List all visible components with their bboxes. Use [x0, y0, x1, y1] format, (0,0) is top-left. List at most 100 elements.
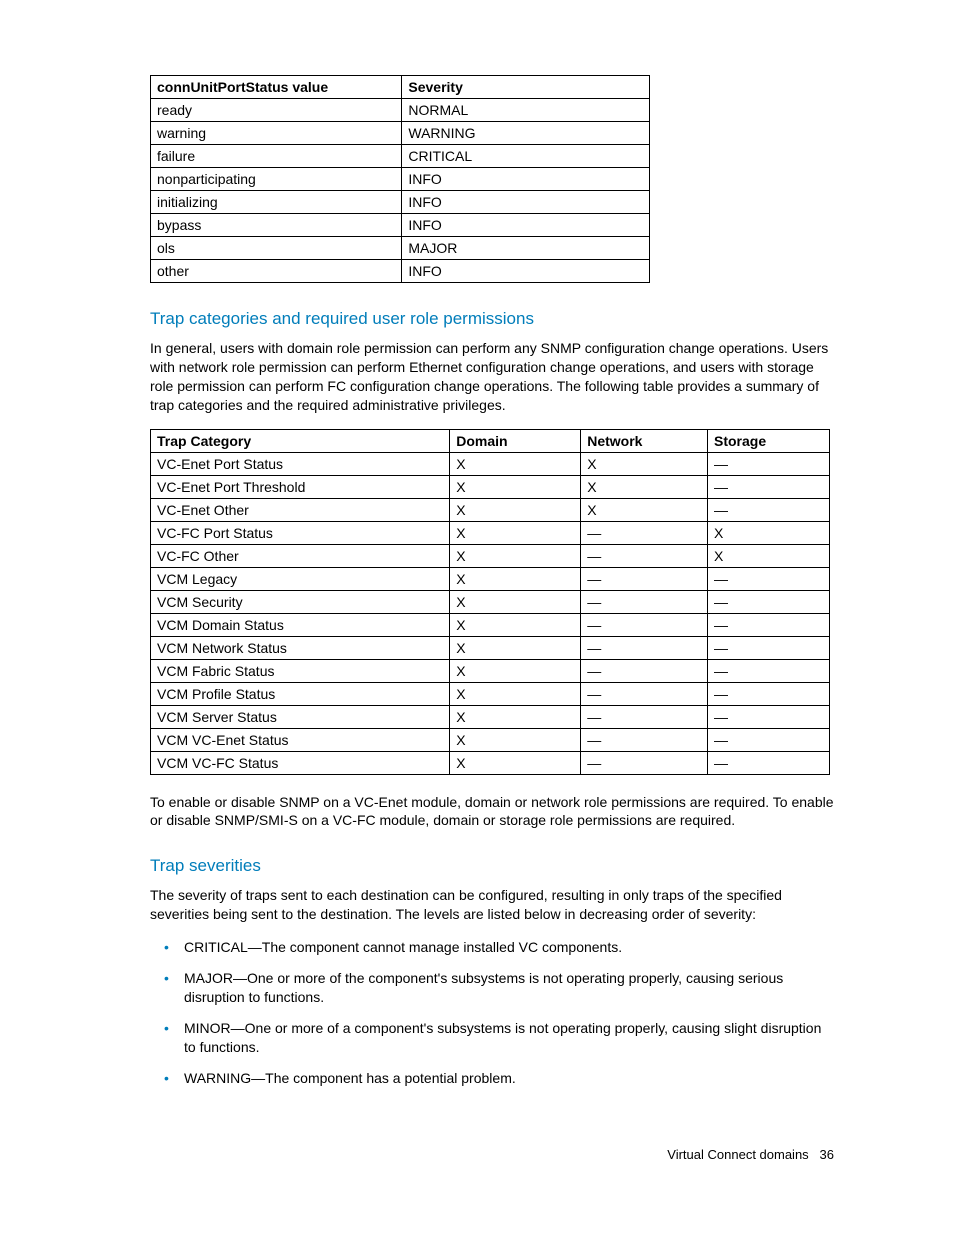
table-cell: — — [581, 751, 708, 774]
table-row: readyNORMAL — [151, 99, 650, 122]
table-cell: ols — [151, 237, 402, 260]
trap-category-table: Trap Category Domain Network Storage VC-… — [150, 429, 830, 775]
table-cell: — — [581, 705, 708, 728]
table-cell: X — [450, 751, 581, 774]
table-cell: warning — [151, 122, 402, 145]
table-row: VCM Server StatusX—— — [151, 705, 830, 728]
table-cell: — — [708, 751, 830, 774]
table-cell: failure — [151, 145, 402, 168]
table-header-row: Trap Category Domain Network Storage — [151, 429, 830, 452]
table-cell: X — [450, 475, 581, 498]
table-cell: — — [708, 590, 830, 613]
section-heading-trap-severities: Trap severities — [150, 856, 834, 876]
table-cell: INFO — [402, 260, 650, 283]
table-cell: bypass — [151, 214, 402, 237]
table-cell: X — [581, 475, 708, 498]
table-cell: INFO — [402, 168, 650, 191]
paragraph: In general, users with domain role permi… — [150, 339, 834, 415]
table-cell: — — [708, 498, 830, 521]
table-cell: VCM Profile Status — [151, 682, 450, 705]
table-cell: — — [581, 613, 708, 636]
table-row: VCM Network StatusX—— — [151, 636, 830, 659]
table-cell: — — [581, 636, 708, 659]
table-row: initializingINFO — [151, 191, 650, 214]
list-item: CRITICAL—The component cannot manage ins… — [150, 938, 834, 957]
table-row: VC-Enet Port ThresholdXX— — [151, 475, 830, 498]
table-cell: — — [708, 705, 830, 728]
table-row: VCM Profile StatusX—— — [151, 682, 830, 705]
table-cell: X — [450, 567, 581, 590]
list-item: MINOR—One or more of a component's subsy… — [150, 1019, 834, 1057]
table-row: VCM VC-FC StatusX—— — [151, 751, 830, 774]
table-row: VC-Enet Port StatusXX— — [151, 452, 830, 475]
table-cell: — — [708, 682, 830, 705]
table-cell: X — [450, 705, 581, 728]
table-cell: X — [450, 544, 581, 567]
table-row: warningWARNING — [151, 122, 650, 145]
table-cell: X — [450, 590, 581, 613]
table-cell: VC-Enet Other — [151, 498, 450, 521]
port-status-table: connUnitPortStatus value Severity readyN… — [150, 75, 650, 283]
table-cell: X — [450, 659, 581, 682]
table-row: VCM LegacyX—— — [151, 567, 830, 590]
table-cell: X — [450, 682, 581, 705]
table-cell: VC-Enet Port Status — [151, 452, 450, 475]
table-cell: — — [581, 544, 708, 567]
table-cell: X — [708, 521, 830, 544]
table-cell: — — [581, 659, 708, 682]
table-cell: — — [581, 682, 708, 705]
table-cell: X — [581, 498, 708, 521]
table-cell: — — [581, 567, 708, 590]
table-cell: VCM VC-FC Status — [151, 751, 450, 774]
table-row: VCM SecurityX—— — [151, 590, 830, 613]
table-cell: — — [708, 567, 830, 590]
table-cell: — — [581, 521, 708, 544]
page-number: 36 — [820, 1147, 834, 1162]
table-cell: — — [708, 728, 830, 751]
table-header: Trap Category — [151, 429, 450, 452]
table-cell: INFO — [402, 214, 650, 237]
table-cell: X — [450, 452, 581, 475]
table-row: VC-FC Port StatusX—X — [151, 521, 830, 544]
table-row: nonparticipatingINFO — [151, 168, 650, 191]
table-cell: — — [708, 452, 830, 475]
table-cell: X — [450, 521, 581, 544]
table-row: bypassINFO — [151, 214, 650, 237]
paragraph: The severity of traps sent to each desti… — [150, 886, 834, 924]
table-cell: — — [708, 636, 830, 659]
table-row: otherINFO — [151, 260, 650, 283]
page-footer: Virtual Connect domains 36 — [150, 1147, 834, 1162]
table-cell: VC-FC Other — [151, 544, 450, 567]
table-cell: — — [708, 613, 830, 636]
table-row: VCM Domain StatusX—— — [151, 613, 830, 636]
table-cell: VCM Legacy — [151, 567, 450, 590]
table-cell: VCM Fabric Status — [151, 659, 450, 682]
paragraph: To enable or disable SNMP on a VC-Enet m… — [150, 793, 834, 831]
table-cell: X — [450, 498, 581, 521]
table-row: VCM Fabric StatusX—— — [151, 659, 830, 682]
table-cell: X — [708, 544, 830, 567]
table-cell: INFO — [402, 191, 650, 214]
table-cell: — — [581, 728, 708, 751]
table-cell: VC-FC Port Status — [151, 521, 450, 544]
page-content: connUnitPortStatus value Severity readyN… — [0, 0, 954, 1202]
table-header: Domain — [450, 429, 581, 452]
list-item: MAJOR—One or more of the component's sub… — [150, 969, 834, 1007]
table-cell: initializing — [151, 191, 402, 214]
table-cell: — — [708, 475, 830, 498]
table-cell: — — [708, 659, 830, 682]
severity-list: CRITICAL—The component cannot manage ins… — [150, 938, 834, 1087]
table-cell: X — [450, 613, 581, 636]
table-cell: — — [581, 590, 708, 613]
table-cell: VC-Enet Port Threshold — [151, 475, 450, 498]
table-cell: VCM Server Status — [151, 705, 450, 728]
table-row: olsMAJOR — [151, 237, 650, 260]
table-cell: nonparticipating — [151, 168, 402, 191]
table-cell: X — [450, 636, 581, 659]
table-cell: X — [450, 728, 581, 751]
table-cell: ready — [151, 99, 402, 122]
table-cell: VCM Security — [151, 590, 450, 613]
table-cell: VCM VC-Enet Status — [151, 728, 450, 751]
table-header-row: connUnitPortStatus value Severity — [151, 76, 650, 99]
table-row: VC-FC OtherX—X — [151, 544, 830, 567]
